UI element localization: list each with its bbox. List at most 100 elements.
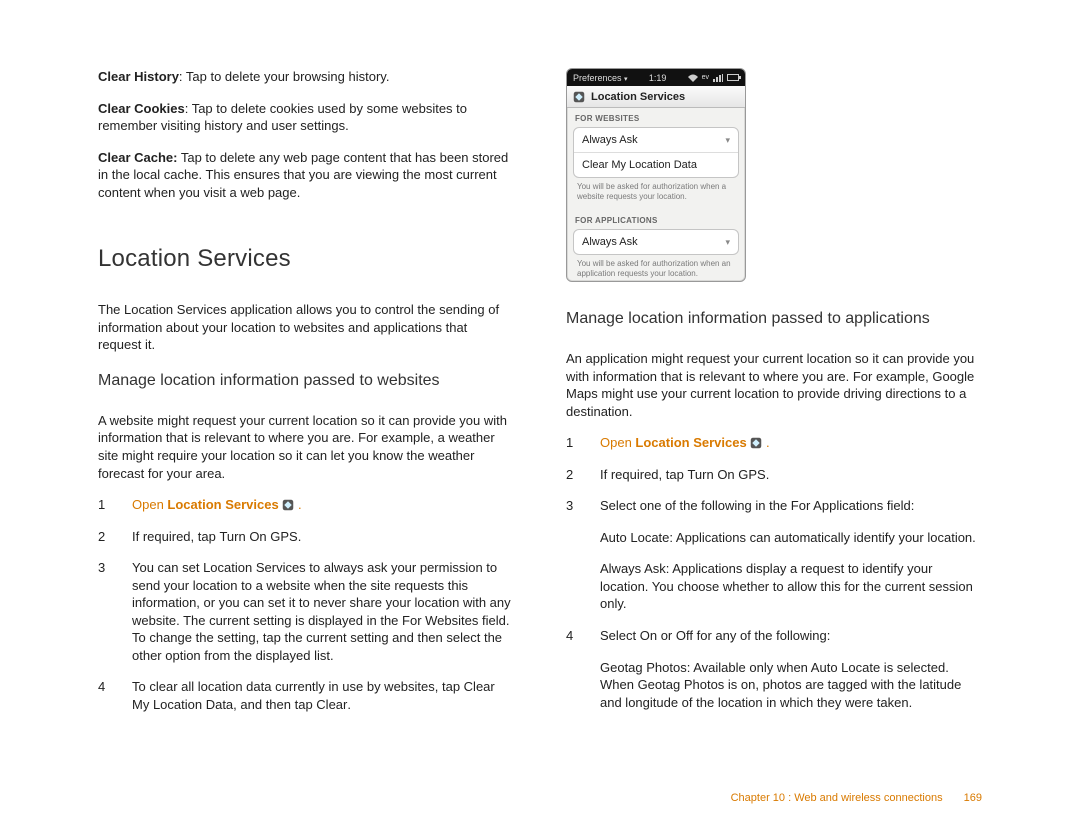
step-body: Auto Locate: Applications can automatica… [600, 529, 982, 547]
steps-list: 1 Open Location Services . 2 If required… [566, 434, 982, 711]
step-1: 1 Open Location Services . [98, 496, 514, 514]
text-bold: Location Services [167, 497, 278, 512]
wifi-icon [688, 74, 698, 82]
text: Open [132, 497, 167, 512]
step-body: If required, tap Turn On GPS. [600, 466, 982, 484]
text-bold: Turn On GPS [687, 467, 765, 482]
term: Always Ask: [600, 561, 669, 576]
step-option-always-ask: Always Ask: Applications display a reque… [566, 560, 982, 613]
text: Applications can automatically identify … [673, 530, 976, 545]
step-2: 2 If required, tap Turn On GPS. [98, 528, 514, 546]
row-label: Clear My Location Data [582, 159, 697, 171]
step-body: Always Ask: Applications display a reque… [600, 560, 982, 613]
settings-group-applications: Always Ask ▾ [573, 229, 739, 255]
footer-text: Chapter 10 : Web and wireless connection… [731, 792, 943, 804]
step-body: Select On or Off for any of the followin… [600, 627, 982, 645]
hint-text: You will be asked for authorization when… [567, 255, 745, 281]
step-body: Geotag Photos: Available only when Auto … [600, 659, 982, 712]
definition-clear-cookies: Clear Cookies: Tap to delete cookies use… [98, 100, 514, 135]
term: Clear Cookies [98, 101, 185, 116]
step-number [566, 529, 578, 547]
section-intro: The Location Services application allows… [98, 301, 514, 354]
step-body: Select one of the following in the For A… [600, 497, 982, 515]
text-bold: Clear [316, 697, 347, 712]
step-option-geotag: Geotag Photos: Available only when Auto … [566, 659, 982, 712]
section-label: For Websites [567, 108, 745, 127]
chevron-down-icon: ▾ [725, 237, 730, 248]
step-number: 1 [98, 496, 110, 514]
text: Open [600, 435, 635, 450]
text: If required, tap [132, 529, 219, 544]
status-menu-label: Preferences ▾ [573, 73, 628, 83]
text: , and then tap [233, 697, 316, 712]
row-label: Always Ask [582, 236, 638, 248]
text: . [762, 435, 769, 450]
step-number [566, 560, 578, 613]
text: for any of the following: [693, 628, 830, 643]
step-2: 2 If required, tap Turn On GPS. [566, 466, 982, 484]
subsection-heading: Manage location information passed to we… [98, 372, 514, 390]
screen-title: Location Services [591, 91, 685, 103]
chevron-down-icon: ▾ [725, 135, 730, 146]
phone-screenshot: Preferences ▾ 1:19 ev Location Services … [566, 68, 746, 282]
definition-clear-history: Clear History: Tap to delete your browsi… [98, 68, 514, 86]
location-services-icon [573, 91, 585, 103]
settings-group-websites: Always Ask ▾ Clear My Location Data [573, 127, 739, 178]
step-3: 3 Select one of the following in the For… [566, 497, 982, 515]
step-option-auto-locate: Auto Locate: Applications can automatica… [566, 529, 982, 547]
text: . [766, 467, 770, 482]
step-4: 4 To clear all location data currently i… [98, 678, 514, 713]
step-number: 2 [98, 528, 110, 546]
text: or [657, 628, 676, 643]
location-services-icon [282, 499, 294, 511]
settings-row[interactable]: Always Ask ▾ [574, 128, 738, 153]
term-text: : Tap to delete your browsing history. [179, 69, 390, 84]
right-column: Preferences ▾ 1:19 ev Location Services … [566, 68, 982, 728]
text-bold: Location Services [635, 435, 746, 450]
step-body: You can set Location Services to always … [132, 559, 514, 664]
row-label: Always Ask [582, 134, 638, 146]
text: . [347, 697, 351, 712]
step-number: 3 [98, 559, 110, 664]
hint-text: You will be asked for authorization when… [567, 178, 745, 210]
two-column-layout: Clear History: Tap to delete your browsi… [98, 68, 982, 728]
status-bar: Preferences ▾ 1:19 ev [567, 69, 745, 86]
status-time: 1:19 [649, 73, 667, 83]
step-number: 1 [566, 434, 578, 452]
text: If required, tap [600, 467, 687, 482]
ev-label: ev [702, 74, 709, 81]
step-number: 2 [566, 466, 578, 484]
text: Select [600, 628, 640, 643]
definition-clear-cache: Clear Cache: Tap to delete any web page … [98, 149, 514, 202]
left-column: Clear History: Tap to delete your browsi… [98, 68, 514, 728]
signal-icon [713, 74, 723, 82]
step-body: Open Location Services . [600, 434, 982, 452]
settings-row[interactable]: Clear My Location Data [574, 153, 738, 177]
step-1: 1 Open Location Services . [566, 434, 982, 452]
text: To clear all location data currently in … [132, 679, 464, 694]
step-number: 4 [98, 678, 110, 713]
term: Geotag Photos: [600, 660, 690, 675]
location-services-icon [750, 437, 762, 449]
text-bold: Turn On GPS [219, 529, 297, 544]
step-body: Open Location Services . [132, 496, 514, 514]
subsection-heading: Manage location information passed to ap… [566, 310, 982, 328]
step-number [566, 659, 578, 712]
term: Clear History [98, 69, 179, 84]
step-number: 4 [566, 627, 578, 645]
text-bold: On [640, 628, 657, 643]
step-number: 3 [566, 497, 578, 515]
term: Clear Cache: [98, 150, 177, 165]
page-footer: Chapter 10 : Web and wireless connection… [731, 792, 982, 804]
text: . [294, 497, 301, 512]
term: Auto Locate: [600, 530, 673, 545]
document-page: Clear History: Tap to delete your browsi… [0, 0, 1080, 834]
step-4: 4 Select On or Off for any of the follow… [566, 627, 982, 645]
settings-row[interactable]: Always Ask ▾ [574, 230, 738, 254]
section-label: For Applications [567, 210, 745, 229]
step-3: 3 You can set Location Services to alway… [98, 559, 514, 664]
screen-title-bar: Location Services [567, 86, 745, 108]
step-body: If required, tap Turn On GPS. [132, 528, 514, 546]
step-body: To clear all location data currently in … [132, 678, 514, 713]
page-number: 169 [964, 792, 982, 804]
